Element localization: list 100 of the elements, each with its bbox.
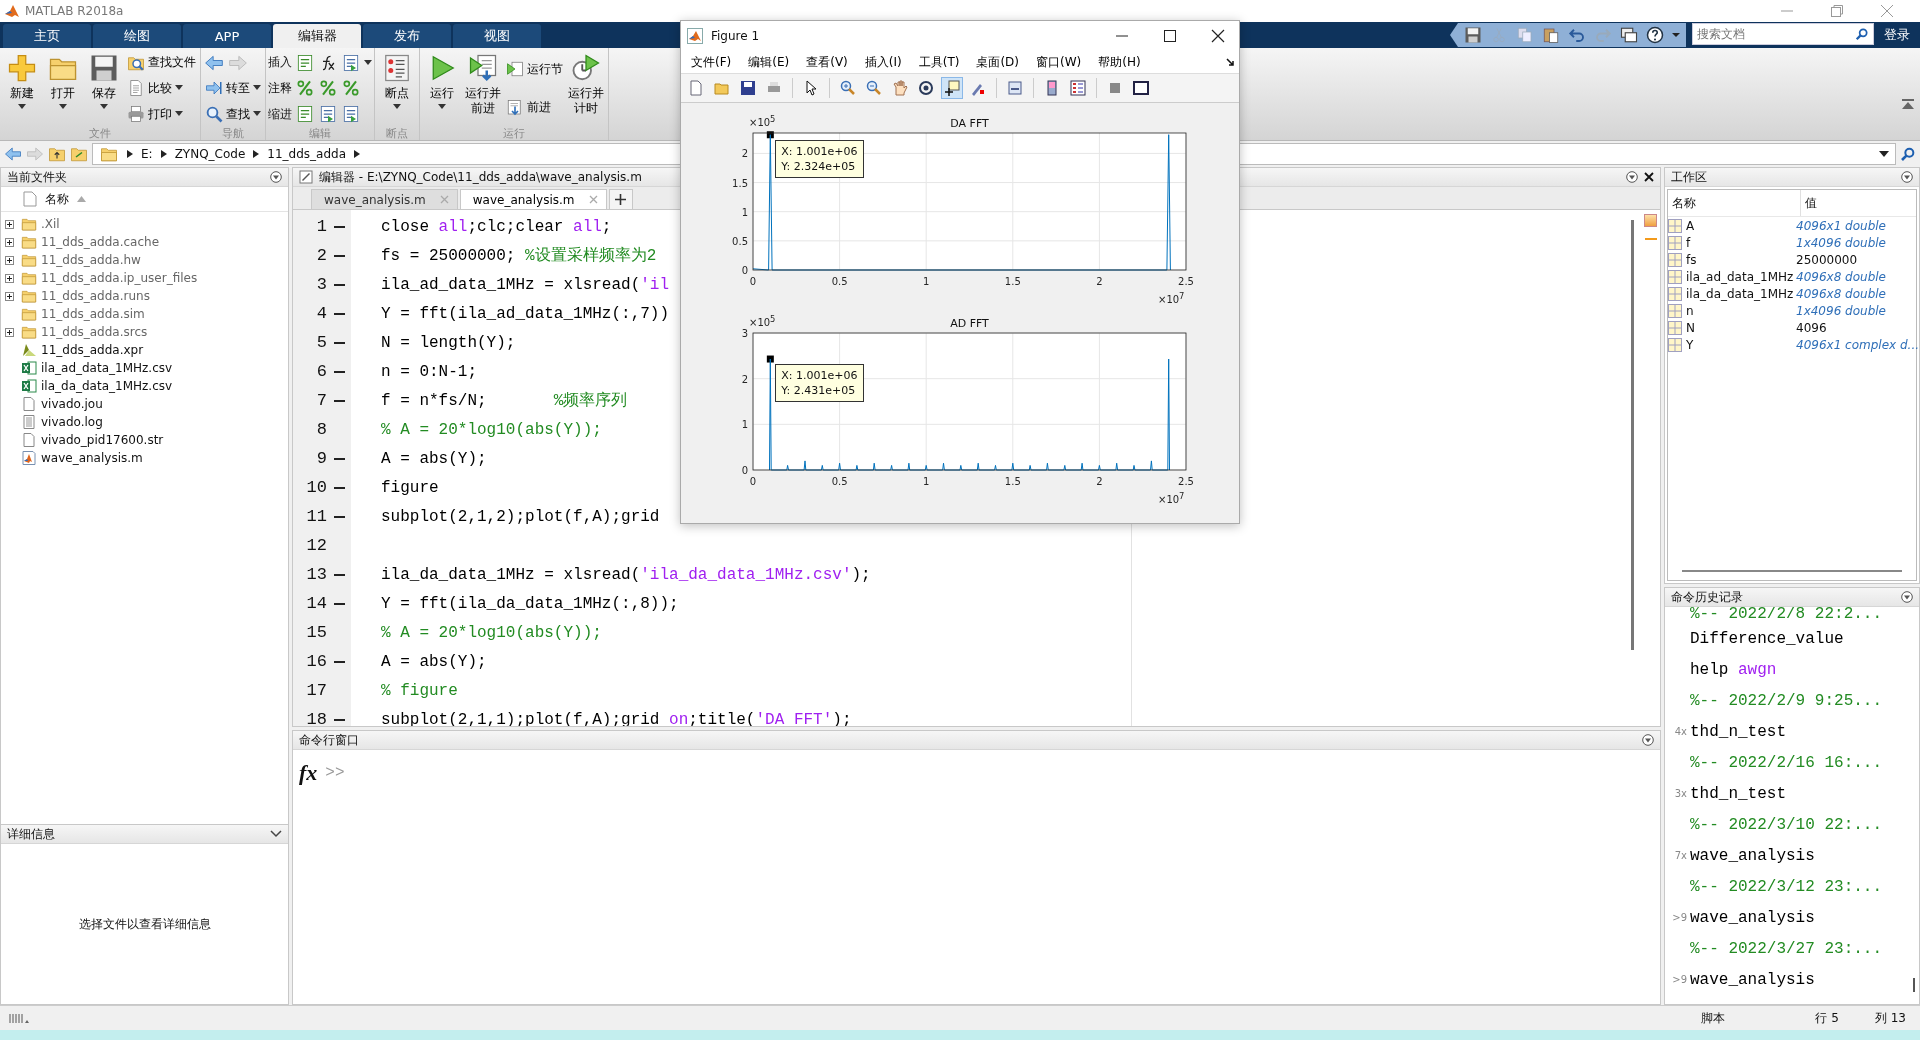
code-line: subplot(2,1,1);plot(f,A);grid on;title('DA FFT'); [381, 710, 852, 726]
panel-title: 详细信息 [7, 825, 55, 843]
line-number: 11 [305, 507, 327, 526]
cursor-line: 行 5 [1815, 1009, 1839, 1027]
axis-multiplier: ×10$^{7}$ [1158, 490, 1185, 507]
panel-title: 当前文件夹 [7, 168, 67, 186]
group-label: 断点 [385, 126, 409, 140]
axis-multiplier: ×10$^{5}$ [749, 113, 776, 130]
variable-name: fs [1686, 252, 1697, 267]
tick-label: 2 [1096, 476, 1103, 487]
code-line: % A = 20*log10(abs(Y)); [381, 420, 602, 439]
variable-value: 1x4096 double [1796, 235, 1887, 250]
line-number: 18 [305, 710, 327, 726]
line-number: 6 [315, 362, 327, 381]
group-label: 文件 [88, 126, 112, 140]
variable-value: 4096x1 double [1796, 218, 1887, 233]
variable-name: A [1686, 218, 1695, 233]
variable-name: Y [1686, 337, 1694, 352]
tick-label: 2 [741, 148, 748, 160]
variable-value: 4096x8 double [1796, 269, 1887, 284]
code-line: fs = 25000000; %设置采样频率为2 [381, 246, 657, 266]
window-title: Figure 1 [711, 29, 761, 43]
code-line: % figure [381, 681, 458, 700]
tick-label: 2.5 [1178, 276, 1194, 287]
tool-row-label: 插入 [268, 54, 292, 72]
panel-title: 命令行窗口 [299, 731, 359, 749]
variable-value: 1x4096 double [1796, 303, 1887, 318]
variable-value: 4096x8 double [1796, 286, 1887, 301]
line-number: 9 [315, 449, 327, 468]
line-number: 1 [315, 217, 327, 236]
panel-title: 工作区 [1671, 168, 1707, 186]
panel-title: 命令历史记录 [1671, 588, 1743, 606]
chart-title: DA FFT [950, 117, 989, 130]
code-line: % A = 20*log10(abs(Y)); [381, 623, 602, 642]
code-line: subplot(2,1,2);plot(f,A);grid [381, 507, 660, 526]
tick-label: 1.5 [1004, 276, 1021, 287]
line-number: 2 [315, 246, 327, 265]
code-line: figure [381, 478, 439, 497]
code-line: N = length(Y); [381, 333, 516, 352]
group-label: 运行 [502, 126, 526, 140]
variable-name: n [1686, 303, 1694, 318]
line-number: 3 [315, 275, 327, 294]
app-title: MATLAB R2018a [25, 4, 124, 18]
tick-label: 1.5 [732, 177, 748, 189]
tick-label: 0.5 [831, 476, 848, 487]
repeat-count: 3x [1674, 788, 1687, 799]
variable-name: N [1686, 320, 1695, 335]
tick-label: 2 [1096, 276, 1103, 287]
repeat-count: >9 [1672, 912, 1687, 923]
code-line: A = abs(Y); [381, 449, 487, 468]
line-number: 17 [305, 681, 327, 700]
file-type-label: 脚本 [1701, 1009, 1726, 1027]
variable-value: 4096 [1796, 320, 1828, 335]
command-prompt: >> [325, 764, 345, 782]
line-number: 16 [305, 652, 327, 671]
line-number: 13 [305, 565, 327, 584]
repeat-count: >9 [1672, 974, 1687, 985]
variable-name: f [1686, 235, 1691, 250]
tick-label: 1.5 [1004, 476, 1021, 487]
line-number: 15 [305, 623, 327, 642]
code-line: f = n*fs/N; %频率序列 [381, 390, 628, 411]
tick-label: 2 [741, 373, 748, 385]
code-line: n = 0:N-1; [381, 362, 477, 381]
tick-label: 2.5 [1178, 476, 1194, 487]
panel-title: 编辑器 - E:\ZYNQ_Code\11_dds_adda\wave_analysis.m [319, 168, 642, 186]
empty-message: 选择文件以查看详细信息 [78, 915, 211, 933]
tool-row-label: 注释 [268, 80, 292, 97]
repeat-count: 4x [1674, 726, 1687, 737]
axis-multiplier: ×10$^{5}$ [749, 313, 776, 330]
variable-value: 25000000 [1796, 252, 1859, 267]
code-line: ila_da_data_1MHz = xlsread('ila_da_data_1MHz.csv'); [381, 565, 871, 584]
code-line: Y = fft(ila_ad_data_1MHz(:,7)) [381, 304, 670, 323]
chart-title: AD FFT [950, 317, 989, 330]
line-number: 8 [315, 420, 327, 439]
line-number: 14 [305, 594, 327, 613]
tick-label: 1 [741, 206, 748, 218]
tick-label: 0.5 [831, 276, 848, 287]
variable-name: ila_ad_data_1MHz [1686, 269, 1794, 284]
axis-multiplier: ×10$^{7}$ [1158, 290, 1185, 307]
tool-row-label: 缩进 [268, 105, 292, 123]
code-line: close all;clc;clear all; [381, 217, 612, 236]
tick-label: 0 [741, 465, 748, 476]
code-line: A = abs(Y); [381, 652, 487, 671]
code-line: Y = fft(ila_da_data_1MHz(:,8)); [381, 594, 679, 613]
tick-label: 3 [741, 328, 748, 339]
tick-label: 1 [923, 276, 930, 287]
tick-label: 0 [749, 476, 757, 487]
line-number: 5 [315, 333, 327, 352]
tick-label: 0 [741, 265, 748, 276]
variable-name: ila_da_data_1MHz [1686, 286, 1794, 301]
repeat-count: 7x [1674, 850, 1687, 861]
line-number: 4 [315, 304, 327, 323]
line-number: 10 [305, 478, 327, 497]
line-number: 7 [315, 391, 327, 410]
cursor-column: 列 13 [1874, 1009, 1906, 1027]
tick-label: 1 [923, 476, 930, 487]
tick-label: 0 [749, 276, 757, 287]
variable-value: 4096x1 complex d... [1796, 337, 1920, 352]
code-line: ila_ad_data_1MHz = xlsread('il [381, 275, 670, 294]
tick-label: 1 [741, 419, 748, 431]
